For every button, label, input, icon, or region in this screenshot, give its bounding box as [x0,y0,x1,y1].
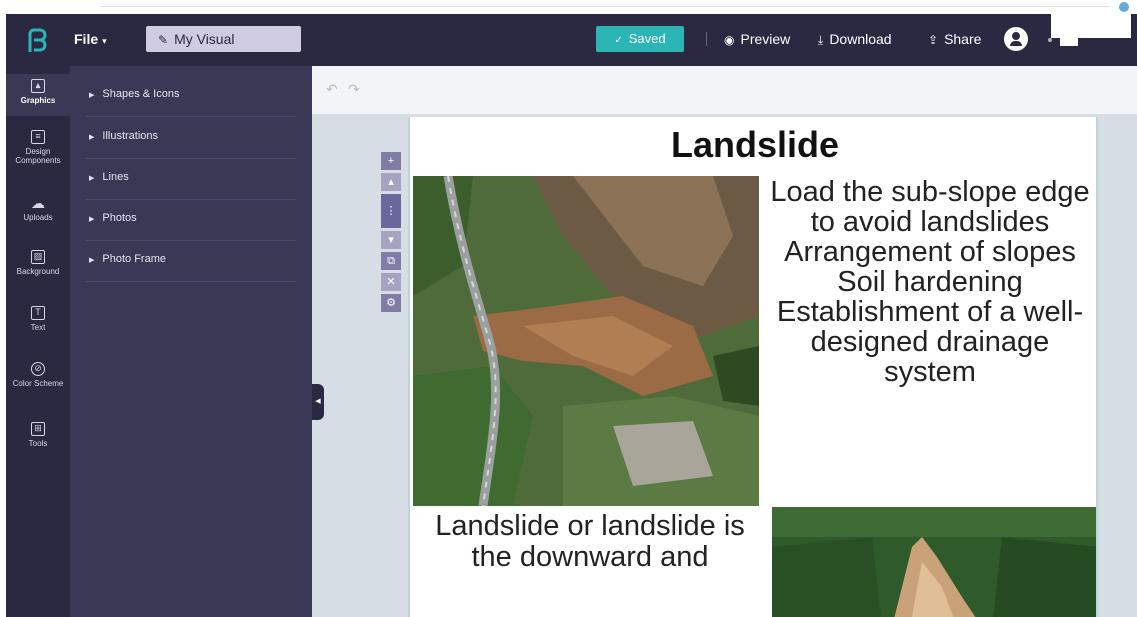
panel-item-label: Illustrations [102,130,159,142]
block-toolbar: + ▴ ⋮ ▾ ⧉ ✕ ⚙ [381,152,401,315]
rail-item-color-scheme[interactable]: ⊘ Color Scheme [6,362,70,388]
duplicate-icon[interactable]: ⧉ [381,252,401,270]
rail-item-design-components[interactable]: ≡ Design Components [6,130,70,165]
divider [100,6,1110,7]
move-up-icon[interactable]: ▴ [381,173,401,191]
caret-right-icon: ▶ [89,134,95,141]
landslide-forest-photo[interactable] [772,507,1096,617]
redo-icon[interactable]: ↷ [348,81,366,99]
eye-icon: ◉ [724,33,735,47]
download-button[interactable]: ⤓ Download [818,31,892,48]
delete-icon[interactable]: ✕ [381,273,401,291]
app-header: File ▾ ✎ My Visual ✓ Saved ◉ Preview ⤓ Downlo… [6,14,1137,66]
landslide-aerial-photo[interactable] [413,176,759,506]
piktochart-logo-icon[interactable] [26,28,48,54]
text-icon: T [31,306,45,320]
rail-item-label: Graphics [20,96,56,105]
redacted-area [1051,14,1131,38]
download-label: Download [829,31,892,47]
saved-label: Saved [628,31,666,46]
undo-icon[interactable]: ↶ [326,81,344,99]
preview-button[interactable]: ◉ Preview [724,31,790,47]
share-icon: ⇪ [928,33,939,47]
prevention-text[interactable]: Load the sub-slope edge to avoid landsli… [762,177,1096,387]
status-dot [1119,2,1129,12]
rail-item-label: Color Scheme [12,379,64,388]
saved-button[interactable]: ✓ Saved [596,26,684,52]
caret-right-icon: ▶ [89,257,95,264]
panel-item-label: Lines [102,171,129,183]
user-avatar[interactable] [1004,27,1028,51]
caret-right-icon: ▶ [89,175,95,182]
panel-item-label: Photo Frame [102,253,166,265]
more-icon[interactable] [1048,38,1052,42]
share-button[interactable]: ⇪ Share [928,31,981,47]
landslide-photo-graphic [413,176,759,506]
panel-collapse-toggle[interactable]: ◀ [312,384,324,420]
preview-label: Preview [740,31,791,47]
definition-text[interactable]: Landslide or landslide is the downward a… [420,511,760,573]
rail-item-graphics[interactable]: ▴ Graphics [6,74,70,116]
rail-item-label: Text [30,323,46,332]
chevron-down-icon: ▾ [102,36,107,46]
caret-right-icon: ▶ [89,216,95,223]
forest-photo-graphic [772,507,1096,617]
file-menu-label: File [74,31,99,47]
rail-item-label: Uploads [23,213,53,222]
block-settings-icon[interactable]: ⚙ [381,294,401,312]
rail-item-label: Tools [28,439,48,448]
canvas-toolbar [312,66,1137,114]
panel-item-photos[interactable]: ▶ Photos [86,200,296,241]
document-title-field[interactable]: ✎ My Visual [146,26,301,52]
rail-item-text[interactable]: T Text [6,306,70,332]
components-icon: ≡ [31,130,45,144]
document-title: My Visual [174,31,235,47]
browser-strip [0,0,1137,14]
panel-item-label: Photos [102,212,137,224]
share-label: Share [944,31,982,47]
rail-item-label: Background [16,267,60,276]
download-icon: ⤓ [818,33,824,47]
cloud-upload-icon: ☁ [31,195,45,211]
tool-rail: ▴ Graphics ≡ Design Components ☁ Uploads… [6,66,70,617]
rail-item-background[interactable]: ▨ Background [6,250,70,276]
toolbox-icon: ⊞ [31,422,45,436]
header-divider [706,32,707,46]
panel-item-illustrations[interactable]: ▶ Illustrations [86,118,296,159]
move-down-icon[interactable]: ▾ [381,231,401,249]
rail-item-uploads[interactable]: ☁ Uploads [6,196,70,222]
panel-item-shapes-icons[interactable]: ▶ Shapes & Icons [86,76,296,117]
page-title[interactable]: Landslide [410,124,1096,166]
redacted-area [1060,38,1078,46]
check-icon: ✓ [614,35,623,46]
rail-item-label: Design Components [15,147,61,165]
palette-icon: ⊘ [31,362,45,376]
panel-item-lines[interactable]: ▶ Lines [86,159,296,200]
image-icon: ▴ [31,79,45,93]
graphics-panel: ▶ Shapes & Icons ▶ Illustrations ▶ Lines ▶ P… [70,66,312,617]
block-handle[interactable]: ⋮ [381,194,401,228]
infographic-page[interactable]: Landslide Load the sub-slope edge to avo… [408,117,1098,617]
add-block-icon[interactable]: + [381,152,401,170]
pencil-icon: ✎ [158,33,169,47]
caret-right-icon: ▶ [89,92,95,99]
background-icon: ▨ [31,250,45,264]
panel-item-photo-frame[interactable]: ▶ Photo Frame [86,241,296,282]
rail-item-tools[interactable]: ⊞ Tools [6,422,70,448]
file-menu[interactable]: File ▾ [74,31,107,47]
panel-item-label: Shapes & Icons [102,88,180,100]
